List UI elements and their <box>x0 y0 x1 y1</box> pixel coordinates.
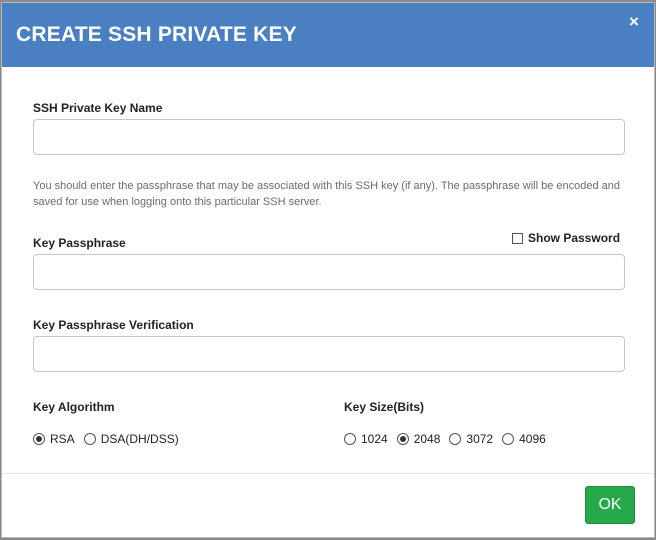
radio-1024[interactable] <box>344 433 356 445</box>
key-size-option-1024[interactable]: 1024 <box>344 432 388 446</box>
radio-4096[interactable] <box>502 433 515 445</box>
radio-label: 4096 <box>519 432 546 446</box>
key-size-option-4096[interactable]: 4096 <box>502 432 546 446</box>
passphrase-help-text: You should enter the passphrase that may… <box>33 180 621 208</box>
radio-label: DSA(DH/DSS) <box>100 432 179 446</box>
passphrase-label: Key Passphrase <box>33 236 126 250</box>
radio-label: 2048 <box>413 432 441 446</box>
dialog-header: CREATE SSH PRIVATE KEY × <box>2 3 654 67</box>
dialog-title: CREATE SSH PRIVATE KEY <box>16 23 297 46</box>
footer-divider <box>2 473 654 474</box>
key-algorithm-options: RSA DSA(DH/DSS) <box>33 432 188 446</box>
key-algorithm-label: Key Algorithm <box>33 400 115 414</box>
show-password-checkbox[interactable] <box>512 232 523 244</box>
key-size-options: 1024 2048 3072 4096 <box>344 432 555 446</box>
create-ssh-key-dialog: CREATE SSH PRIVATE KEY × SSH Private Key… <box>1 2 655 538</box>
passphrase-input[interactable] <box>33 254 625 290</box>
close-icon[interactable]: × <box>626 13 642 31</box>
radio-label: 3072 <box>466 432 494 446</box>
algorithm-option-rsa[interactable]: RSA <box>33 432 75 446</box>
key-name-input[interactable] <box>33 119 625 155</box>
key-size-option-2048[interactable]: 2048 <box>396 432 441 446</box>
radio-rsa[interactable] <box>33 433 45 445</box>
key-name-label: SSH Private Key Name <box>33 101 163 115</box>
ok-button[interactable]: OK <box>585 486 635 524</box>
key-size-label: Key Size(Bits) <box>344 400 425 414</box>
radio-2048[interactable] <box>396 433 409 445</box>
show-password-toggle[interactable]: Show Password <box>512 231 620 245</box>
radio-label: 1024 <box>361 432 388 446</box>
passphrase-verify-label: Key Passphrase Verification <box>33 318 194 332</box>
algorithm-option-dsa[interactable]: DSA(DH/DSS) <box>83 432 179 446</box>
radio-label: RSA <box>50 432 75 446</box>
show-password-label: Show Password <box>528 231 621 245</box>
radio-3072[interactable] <box>449 433 462 445</box>
radio-dsa[interactable] <box>83 433 96 445</box>
passphrase-verify-input[interactable] <box>33 336 625 372</box>
key-size-option-3072[interactable]: 3072 <box>449 432 493 446</box>
